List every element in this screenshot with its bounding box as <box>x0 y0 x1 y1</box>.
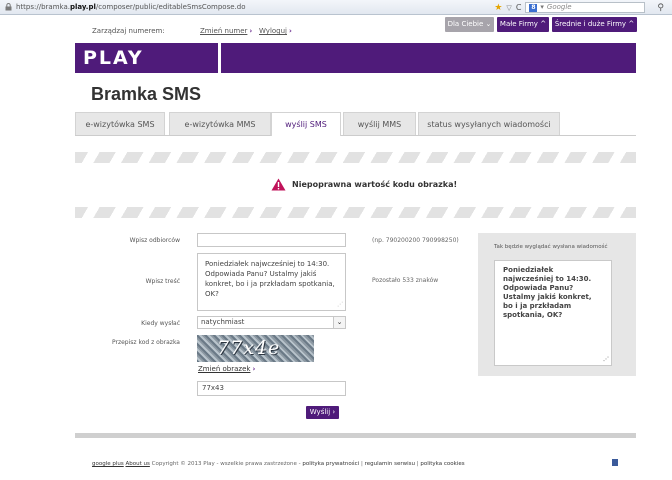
change-image-link[interactable]: Zmień obrazek › <box>198 365 255 373</box>
tab-message-status[interactable]: status wysyłanych wiadomości <box>418 112 560 135</box>
browser-toolbar: https://bramka.play.pl/composer/public/e… <box>0 0 672 15</box>
chevron-right-icon: › <box>289 27 292 35</box>
message-textarea[interactable]: Poniedziałek najwcześniej to 14:30. Odpo… <box>197 253 346 311</box>
send-label: Wyślij <box>309 408 331 416</box>
address-bar[interactable]: https://bramka.play.pl/composer/public/e… <box>16 3 246 11</box>
chevron-right-icon: › <box>252 365 256 373</box>
copyright-text: Copyright © 2013 Play - wszelkie prawa z… <box>151 461 301 467</box>
banner-divider <box>218 43 221 73</box>
message-text: Poniedziałek najwcześniej to 14:30. Odpo… <box>205 260 335 298</box>
terms-link[interactable]: regulamin serwisu <box>365 461 415 467</box>
footer: google plus About us Copyright © 2013 Pl… <box>92 461 465 467</box>
remaining-chars: Pozostało 533 znaków <box>372 277 439 284</box>
error-message: Niepoprawna wartość kodu obrazka! <box>292 180 458 189</box>
error-stripes-top <box>75 152 636 163</box>
dropdown-chevron-icon[interactable]: ▽ <box>506 4 511 12</box>
captcha-text: 77x4e <box>217 337 281 359</box>
preview-box: Poniedziałek najwcześniej to 14:30. Odpo… <box>494 260 612 366</box>
lock-icon <box>5 3 12 11</box>
chevron-right-icon: › <box>332 408 336 416</box>
search-input[interactable]: 8 ▾ Google <box>525 2 646 13</box>
error-stripes-bottom <box>75 207 636 218</box>
message-label: Wpisz treść <box>145 278 180 285</box>
captcha-code-input[interactable]: 77x43 <box>197 381 346 396</box>
segment-label: Średnie i duże Firmy <box>554 20 627 28</box>
captcha-label: Przepisz kod z obrazka <box>111 339 180 346</box>
chevron-up-icon: ^ <box>628 20 635 28</box>
error-banner: Niepoprawna wartość kodu obrazka! <box>75 152 636 218</box>
brand-banner: PLAY <box>75 43 636 73</box>
facebook-icon[interactable] <box>612 459 618 466</box>
resize-handle-icon[interactable]: ⋰ <box>337 302 343 308</box>
tab-business-card-sms[interactable]: e-wizytówka SMS <box>75 112 165 135</box>
play-logo[interactable]: PLAY <box>75 43 218 73</box>
tab-send-sms[interactable]: wyślij SMS <box>271 112 341 136</box>
tab-bar: e-wizytówka SMS e-wizytówka MMS wyślij S… <box>75 112 636 136</box>
send-button[interactable]: Wyślij › <box>306 406 339 419</box>
bookmark-star-icon[interactable]: ★ <box>494 3 502 13</box>
segment-label: Dla Ciebie <box>447 20 484 28</box>
search-icon[interactable]: ⚲ <box>657 3 664 13</box>
segment-label: Małe Firmy <box>499 20 538 28</box>
change-number-text: Zmień numer <box>200 27 248 35</box>
warning-icon <box>271 178 286 191</box>
google-icon: 8 <box>529 3 538 12</box>
chevron-down-icon: ⌄ <box>485 20 492 28</box>
tab-business-card-mms[interactable]: e-wizytówka MMS <box>169 112 271 135</box>
send-time-select[interactable]: natychmiast ⌄ <box>197 316 346 329</box>
manage-number-label: Zarządzaj numerem: <box>92 27 165 35</box>
preview-title: Tak będzie wyglądać wysłana wiadomość <box>494 244 608 250</box>
logo-text: PLAY <box>83 47 144 69</box>
resize-handle-icon: ⋰ <box>603 356 609 363</box>
segment-small-business-button[interactable]: Małe Firmy ^ <box>497 17 549 32</box>
preview-text: Poniedziałek najwcześniej to 14:30. Odpo… <box>503 266 592 319</box>
search-placeholder: Google <box>546 3 572 11</box>
cookies-policy-link[interactable]: polityka cookies <box>420 461 464 467</box>
privacy-policy-link[interactable]: polityka prywatności <box>302 461 359 467</box>
change-image-text: Zmień obrazek <box>198 365 251 373</box>
search-engine-chevron-icon: ▾ <box>540 3 544 11</box>
url-prefix: https://bramka. <box>16 3 70 11</box>
page-title: Bramka SMS <box>91 84 202 104</box>
send-time-value: natychmiast <box>201 318 245 326</box>
recipients-label: Wpisz odbiorców <box>129 237 180 244</box>
reload-icon[interactable]: C <box>516 3 522 12</box>
segment-enterprise-button[interactable]: Średnie i duże Firmy ^ <box>552 17 637 32</box>
send-time-label: Kiedy wysłać <box>141 320 180 327</box>
content-bottom-bar <box>75 433 636 438</box>
recipients-input[interactable] <box>197 233 346 247</box>
segment-individual-button[interactable]: Dla Ciebie ⌄ <box>445 17 494 32</box>
chevron-right-icon: › <box>249 27 253 35</box>
logout-text: Wyloguj <box>259 27 287 35</box>
captcha-image: 77x4e <box>197 335 314 362</box>
chevron-up-icon: ^ <box>540 20 547 28</box>
recipients-hint: (np. 790200200 790998250) <box>372 237 459 244</box>
preview-panel: Tak będzie wyglądać wysłana wiadomość Po… <box>478 233 636 376</box>
url-host: play.pl <box>69 3 96 11</box>
logout-link[interactable]: Wyloguj › <box>259 27 292 35</box>
tab-send-mms[interactable]: wyślij MMS <box>343 112 416 135</box>
google-plus-link[interactable]: google plus <box>92 461 124 467</box>
chevron-down-icon: ⌄ <box>333 317 345 328</box>
change-number-link[interactable]: Zmień numer › <box>200 27 252 35</box>
url-path: /composer/public/editableSmsCompose.do <box>95 3 246 11</box>
about-us-link[interactable]: About us <box>126 461 150 467</box>
